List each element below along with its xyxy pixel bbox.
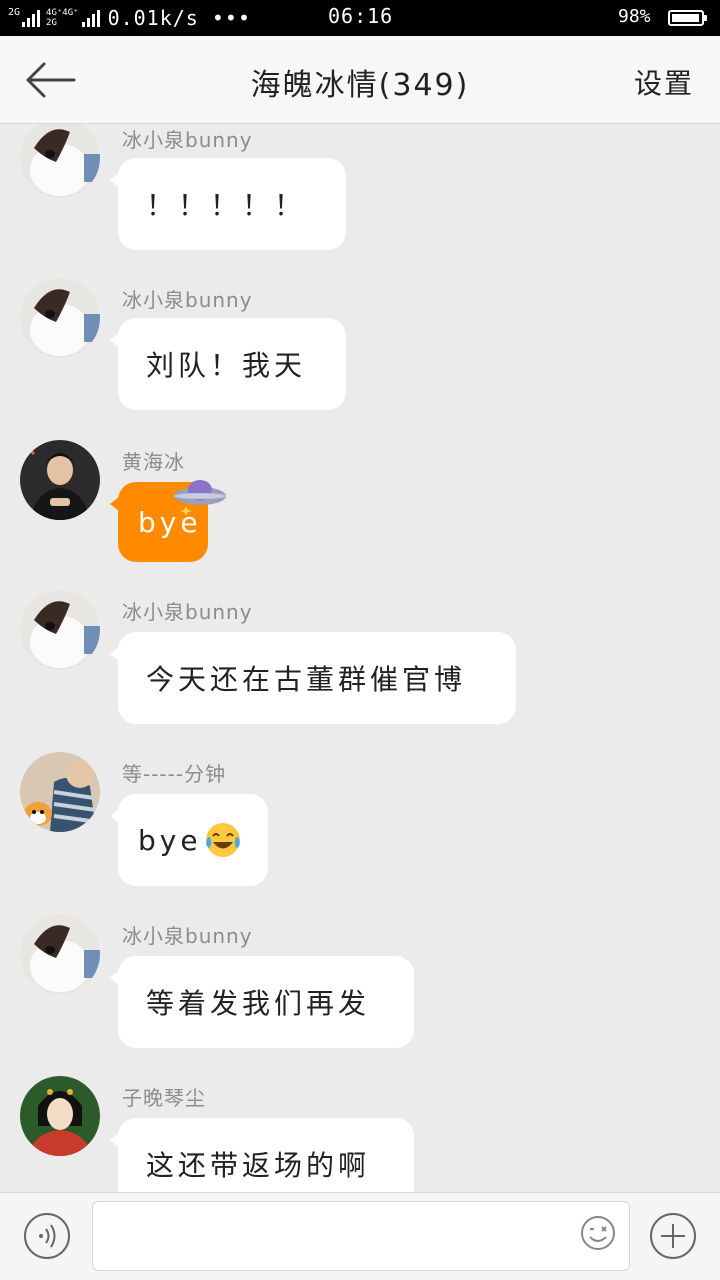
rabbit-avatar-icon bbox=[20, 914, 100, 994]
input-bar bbox=[0, 1192, 720, 1280]
sender-name: 冰小泉bunny bbox=[122, 600, 253, 624]
message-text: bye bbox=[138, 823, 202, 857]
battery-percent: 98% bbox=[618, 6, 651, 27]
message-bubble[interactable]: 这还带返场的啊 bbox=[110, 1118, 414, 1192]
network-4g: 4G⁺4G⁺ 2G bbox=[46, 8, 100, 28]
message-bubble[interactable]: 刘队！我天 bbox=[110, 318, 346, 410]
sender-name: 冰小泉bunny bbox=[122, 128, 253, 152]
message-bubble[interactable]: ！！！！！ bbox=[110, 158, 346, 250]
sender-name: 等-----分钟 bbox=[122, 762, 227, 786]
voice-button[interactable] bbox=[24, 1213, 70, 1259]
chat-header: 海魄冰情(349) 设置 bbox=[0, 36, 720, 124]
message-item: 等-----分钟 bye bbox=[0, 748, 720, 888]
status-left: 2G 4G⁺4G⁺ 2G 0.01k/s ••• bbox=[8, 6, 251, 30]
message-item: 冰小泉bunny 刘队！我天 bbox=[0, 274, 720, 414]
network-speed: 0.01k/s ••• bbox=[107, 6, 252, 30]
avatar[interactable] bbox=[20, 278, 100, 358]
avatar[interactable] bbox=[20, 440, 100, 520]
network-4g-label: 4G⁺4G⁺ 2G bbox=[46, 8, 79, 28]
message-item: 子晚琴尘 这还带返场的啊 bbox=[0, 1072, 720, 1192]
message-list[interactable]: 冰小泉bunny ！！！！！ 冰小泉bunny 刘队！我天 黄海冰 bye 冰小… bbox=[0, 124, 720, 1192]
man-avatar-icon bbox=[20, 440, 100, 520]
signal-icon-2 bbox=[81, 9, 100, 27]
rabbit-avatar-icon bbox=[20, 590, 100, 670]
emoji-button[interactable] bbox=[580, 1215, 616, 1251]
network-2g: 2G bbox=[8, 6, 41, 27]
avatar[interactable] bbox=[20, 590, 100, 670]
signal-icon bbox=[22, 9, 41, 27]
rabbit-avatar-icon bbox=[20, 124, 100, 198]
settings-button[interactable]: 设置 bbox=[634, 62, 694, 102]
message-item: 冰小泉bunny 今天还在古董群催官博 bbox=[0, 586, 720, 726]
battery-icon bbox=[668, 10, 707, 26]
status-bar: 2G 4G⁺4G⁺ 2G 0.01k/s ••• 06:16 98% bbox=[0, 0, 720, 36]
smiley-icon bbox=[581, 1216, 615, 1250]
message-item: 冰小泉bunny 等着发我们再发 bbox=[0, 910, 720, 1050]
avatar[interactable] bbox=[20, 752, 100, 832]
network-4g-top: 4G⁺4G⁺ bbox=[46, 8, 79, 18]
avatar[interactable] bbox=[20, 1076, 100, 1156]
plus-icon bbox=[661, 1224, 685, 1248]
sender-name: 子晚琴尘 bbox=[122, 1086, 206, 1110]
clock: 06:16 bbox=[328, 4, 394, 28]
tears-of-joy-emoji bbox=[205, 823, 240, 857]
message-input[interactable] bbox=[92, 1201, 630, 1271]
plus-button[interactable] bbox=[650, 1213, 696, 1259]
message-item: 冰小泉bunny ！！！！！ bbox=[0, 124, 720, 260]
message-item: 黄海冰 bye bbox=[0, 436, 720, 566]
rabbit-avatar-icon bbox=[20, 278, 100, 358]
ancient-lady-avatar-icon bbox=[20, 1076, 100, 1156]
message-bubble[interactable]: 今天还在古董群催官博 bbox=[110, 632, 516, 724]
page-title: 海魄冰情(349) bbox=[250, 68, 470, 103]
sender-name: 冰小泉bunny bbox=[122, 288, 253, 312]
sender-name: 黄海冰 bbox=[122, 450, 185, 474]
network-2g-label: 2G bbox=[8, 6, 21, 18]
avatar[interactable] bbox=[20, 124, 100, 198]
network-4g-bottom: 2G bbox=[46, 18, 57, 28]
message-bubble[interactable]: 等着发我们再发 bbox=[110, 956, 414, 1048]
battery-fill bbox=[672, 14, 699, 22]
avatar[interactable] bbox=[20, 914, 100, 994]
ufo-sparkle-icon bbox=[174, 480, 226, 516]
dog-cartoon-avatar-icon bbox=[20, 752, 100, 832]
message-bubble[interactable]: bye bbox=[110, 794, 268, 886]
sender-name: 冰小泉bunny bbox=[122, 924, 253, 948]
voice-icon bbox=[39, 1224, 56, 1248]
